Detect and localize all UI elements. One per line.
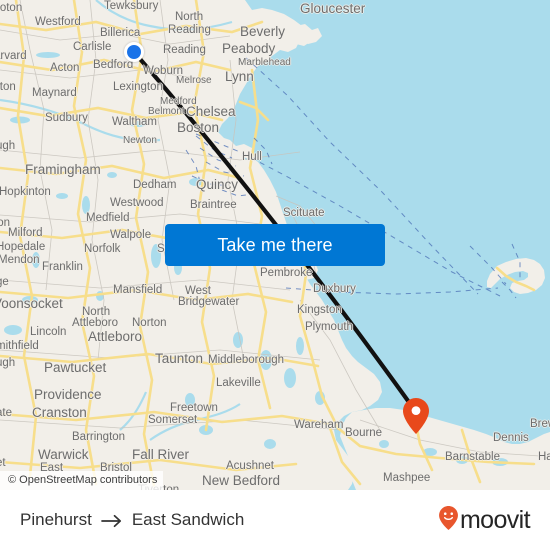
osm-attribution[interactable]: © OpenStreetMap contributors (0, 470, 164, 490)
moovit-pin-icon (439, 505, 458, 535)
moovit-logo[interactable]: moovit (439, 505, 531, 535)
route-origin-label: Pinehurst (20, 510, 92, 529)
arrow-right-icon (100, 513, 123, 528)
footer-bar: Pinehurst East Sandwich moovit (0, 490, 550, 550)
destination-pin-marker[interactable] (403, 398, 429, 434)
route-summary: Pinehurst East Sandwich (20, 510, 244, 530)
moovit-wordmark: moovit (459, 505, 531, 534)
map-screen: GloucesterTewksburyWestfordrotonNorthRea… (0, 0, 550, 550)
map-canvas[interactable]: GloucesterTewksburyWestfordrotonNorthRea… (0, 0, 550, 490)
route-destination-label: East Sandwich (131, 510, 245, 529)
take-me-there-button[interactable]: Take me there (165, 224, 385, 266)
origin-dot-marker[interactable] (124, 42, 144, 62)
cta-label: Take me there (217, 234, 333, 255)
